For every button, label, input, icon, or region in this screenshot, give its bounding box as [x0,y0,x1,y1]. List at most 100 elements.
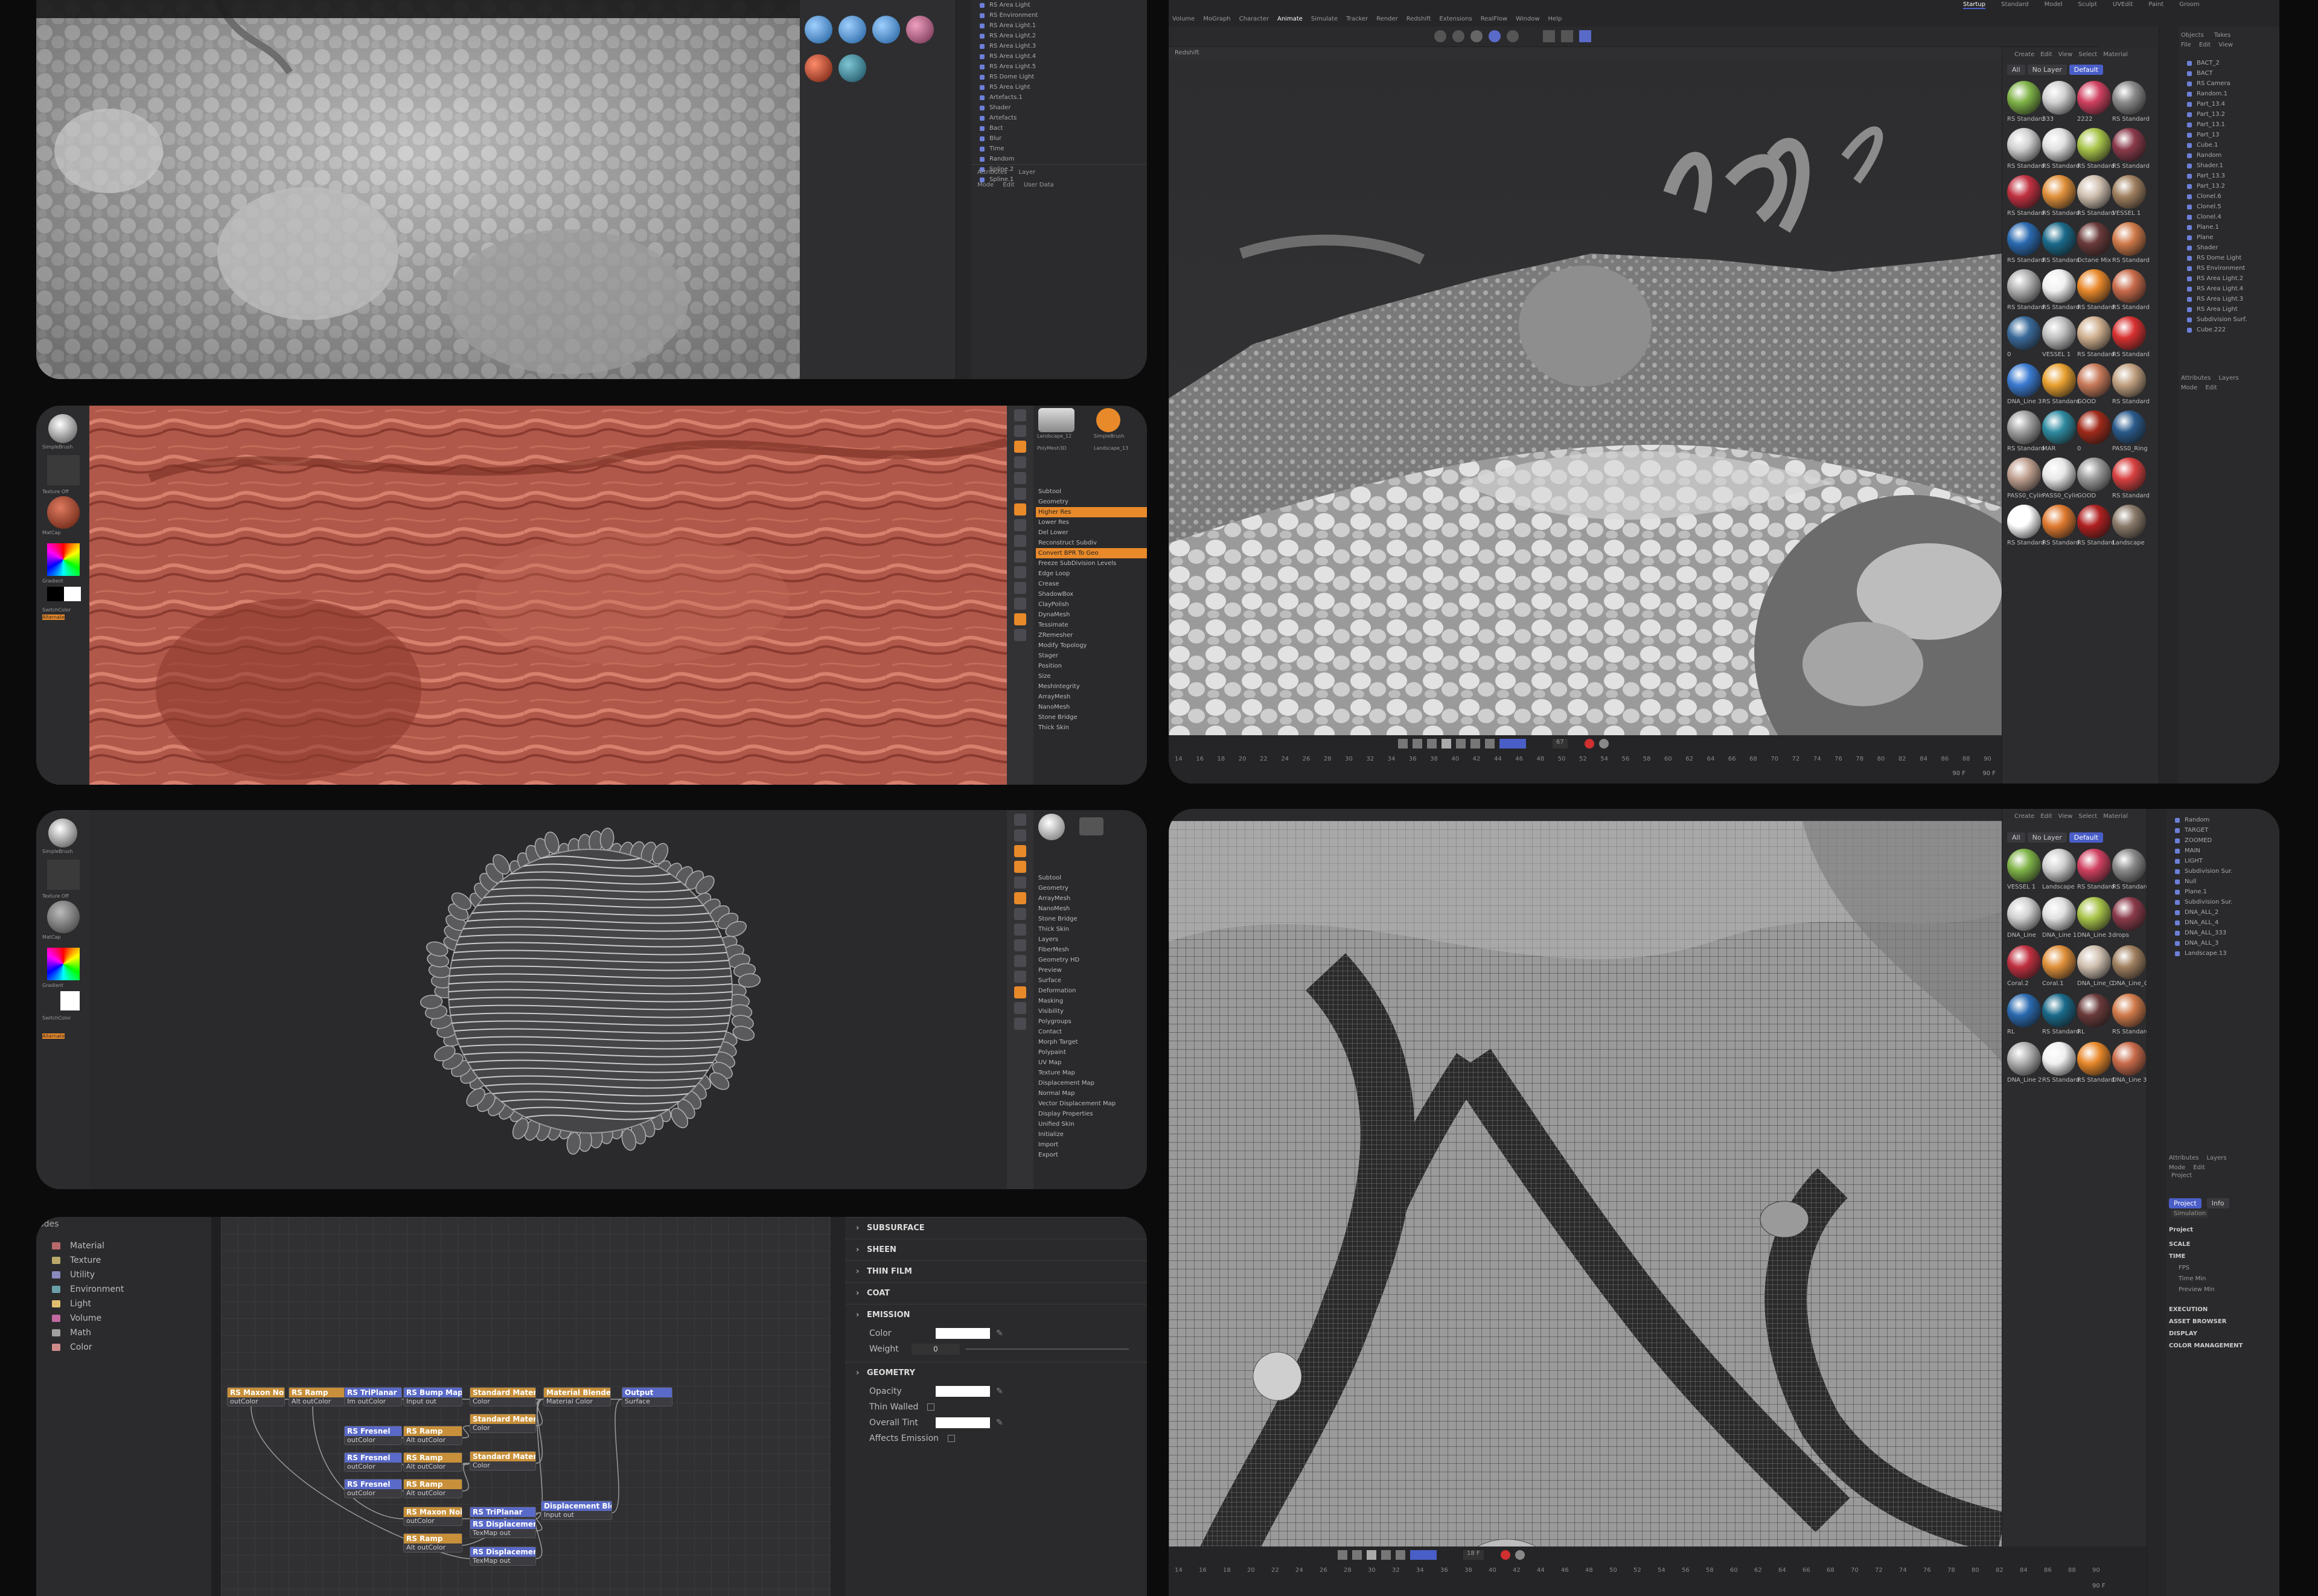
node-category[interactable]: Volume [36,1311,211,1326]
object-item[interactable]: RS Area Light [2179,304,2279,314]
object-item[interactable]: DNA_ALL_3 [2166,938,2279,948]
subtool-menu-item[interactable]: NanoMesh [1036,702,1147,712]
alpha-off[interactable] [47,455,80,485]
prev-key-icon[interactable] [1352,1550,1362,1560]
material-tab[interactable]: All [2007,65,2025,75]
subtool-menu-item[interactable]: Surface [1036,975,1147,986]
subtool-menu-item[interactable]: UV Map [1036,1058,1147,1068]
next-frame-icon[interactable] [1456,739,1466,749]
subtool-menu-item[interactable]: Stone Bridge [1036,712,1147,723]
object-item[interactable]: Plane.1 [2166,887,2279,897]
graph-node[interactable]: RS Maxon NoiseoutColor [403,1507,462,1526]
material-swatch[interactable] [2007,128,2041,162]
material-swatch[interactable] [2042,505,2076,538]
material-swatch[interactable] [2112,81,2146,115]
object-item[interactable]: Artefacts [971,113,1146,123]
subtool-menu-item[interactable]: Display Properties [1036,1109,1147,1119]
actual-icon[interactable] [1014,456,1026,468]
scroll-icon[interactable] [1014,425,1026,437]
eyedropper-icon[interactable]: ✎ [996,1415,1003,1431]
alternate-label[interactable]: Alternate [42,614,65,620]
prev-key-icon[interactable] [1413,739,1422,749]
floor-icon[interactable] [1014,908,1026,920]
current-frame[interactable]: 67 [1553,739,1568,749]
material-swatch[interactable] [2007,222,2041,256]
project-section[interactable]: COLOR MANAGEMENT [2169,1340,2278,1352]
material-menu-item[interactable]: Create [2014,51,2034,58]
last-frame-icon[interactable] [1485,739,1495,749]
material-swatch[interactable] [2077,1042,2111,1076]
project-sub-tab[interactable]: Simulation [2171,1210,2209,1218]
eyedropper-icon[interactable]: ✎ [996,1326,1003,1341]
object-item[interactable]: Subdivision Surf. [2179,314,2279,325]
frame-icon[interactable] [1014,551,1026,563]
end-frame[interactable]: 90 F [1952,770,1965,777]
graph-node[interactable]: Standard MaterialColor [470,1451,536,1470]
material-swatch[interactable] [2042,222,2076,256]
subtool-menu-item[interactable]: Morph Target [1036,1037,1147,1047]
subtool-menu-item[interactable]: Tessimate [1036,620,1147,630]
scale-icon[interactable] [1014,986,1026,998]
material-swatch[interactable] [2007,175,2041,209]
subtool-menu-item[interactable]: Reconstruct Subdiv [1036,538,1147,548]
material-swatch[interactable] [2077,363,2111,397]
subtool-menu-item[interactable]: Polypaint [1036,1047,1147,1058]
material-swatch[interactable] [838,16,866,43]
affects-emission-checkbox[interactable] [948,1435,955,1442]
node-category[interactable]: Math [36,1326,211,1340]
material-swatch[interactable] [2112,316,2146,350]
subtool-menu-item[interactable]: Geometry HD [1036,955,1147,965]
node-graph-canvas[interactable]: RS Maxon NoiseoutColorRS RampAlt outColo… [221,1217,831,1596]
object-item[interactable]: DNA_ALL_4 [2166,918,2279,928]
matcap-preview[interactable] [47,496,80,529]
viewport-sculpt-terrain[interactable] [36,0,800,379]
material-menu-item[interactable]: Edit [2040,813,2052,820]
tool-thumb-landscape[interactable] [1038,408,1074,432]
object-item[interactable]: Part_13 [2179,130,2279,140]
material-tab[interactable]: No Layer [2027,832,2067,843]
material-menu-item[interactable]: Select [2078,813,2097,820]
menu-edit-attr[interactable]: Edit [2193,1164,2205,1171]
first-frame-icon[interactable] [1398,739,1408,749]
subtool-menu-item[interactable]: Higher Res [1036,507,1147,517]
bpr-icon[interactable] [1014,409,1026,421]
subtool-menu-item[interactable]: Thick Skin [1036,924,1147,934]
object-item[interactable]: Part_13.3 [2179,171,2279,181]
object-item[interactable]: RS Area Light.2 [2179,273,2279,284]
graph-node[interactable]: RS Maxon NoiseoutColor [227,1387,285,1406]
graph-node[interactable]: Output Surface [622,1387,672,1406]
menu-file[interactable]: File [2181,42,2191,48]
material-swatch[interactable] [2112,994,2146,1027]
object-item[interactable]: RS Area Light.3 [2179,294,2279,304]
object-item[interactable]: Time [971,144,1146,154]
subtool-menu-item[interactable]: DynaMesh [1036,610,1147,620]
object-item[interactable]: Shader.1 [2179,161,2279,171]
object-item[interactable]: Part_13.2 [2179,181,2279,191]
xyz-icon[interactable] [1014,535,1026,547]
subtool-menu-item[interactable]: ArrayMesh [1036,692,1147,702]
matcap-preview[interactable] [47,901,80,933]
material-swatch[interactable] [2042,316,2076,350]
menu-edit[interactable]: Edit [2199,42,2211,48]
subtool-menu-item[interactable]: Import [1036,1140,1147,1150]
aahalf-icon[interactable] [1014,876,1026,889]
material-swatch[interactable] [2077,849,2111,883]
subtool-menu-item[interactable]: Convert BPR To Geo [1036,548,1147,558]
polyf-icon[interactable] [1014,613,1026,625]
subtool-menu-item[interactable]: Polygroups [1036,1017,1147,1027]
zbrush-canvas-sphere[interactable] [89,810,1007,1189]
material-swatch[interactable] [2112,897,2146,931]
graph-node[interactable]: RS Ramp Alt outColor [289,1387,345,1406]
layout-tab[interactable]: Model [2045,1,2063,9]
splitter[interactable] [831,1217,845,1596]
project-item[interactable]: Project [2171,1172,2192,1179]
switchcolor-label[interactable]: SwitchColor [42,1015,71,1021]
material-swatch[interactable] [2042,175,2076,209]
subtool-menu-item[interactable]: Modify Topology [1036,640,1147,651]
material-menu-item[interactable]: View [2058,813,2073,820]
menu-mode[interactable]: Mode [2181,385,2197,391]
material-swatch[interactable] [2077,81,2111,115]
time-field[interactable]: Preview Min [2169,1285,2278,1295]
object-item[interactable]: Clonel.4 [2179,212,2279,222]
menu-mode[interactable]: Mode [977,182,994,188]
